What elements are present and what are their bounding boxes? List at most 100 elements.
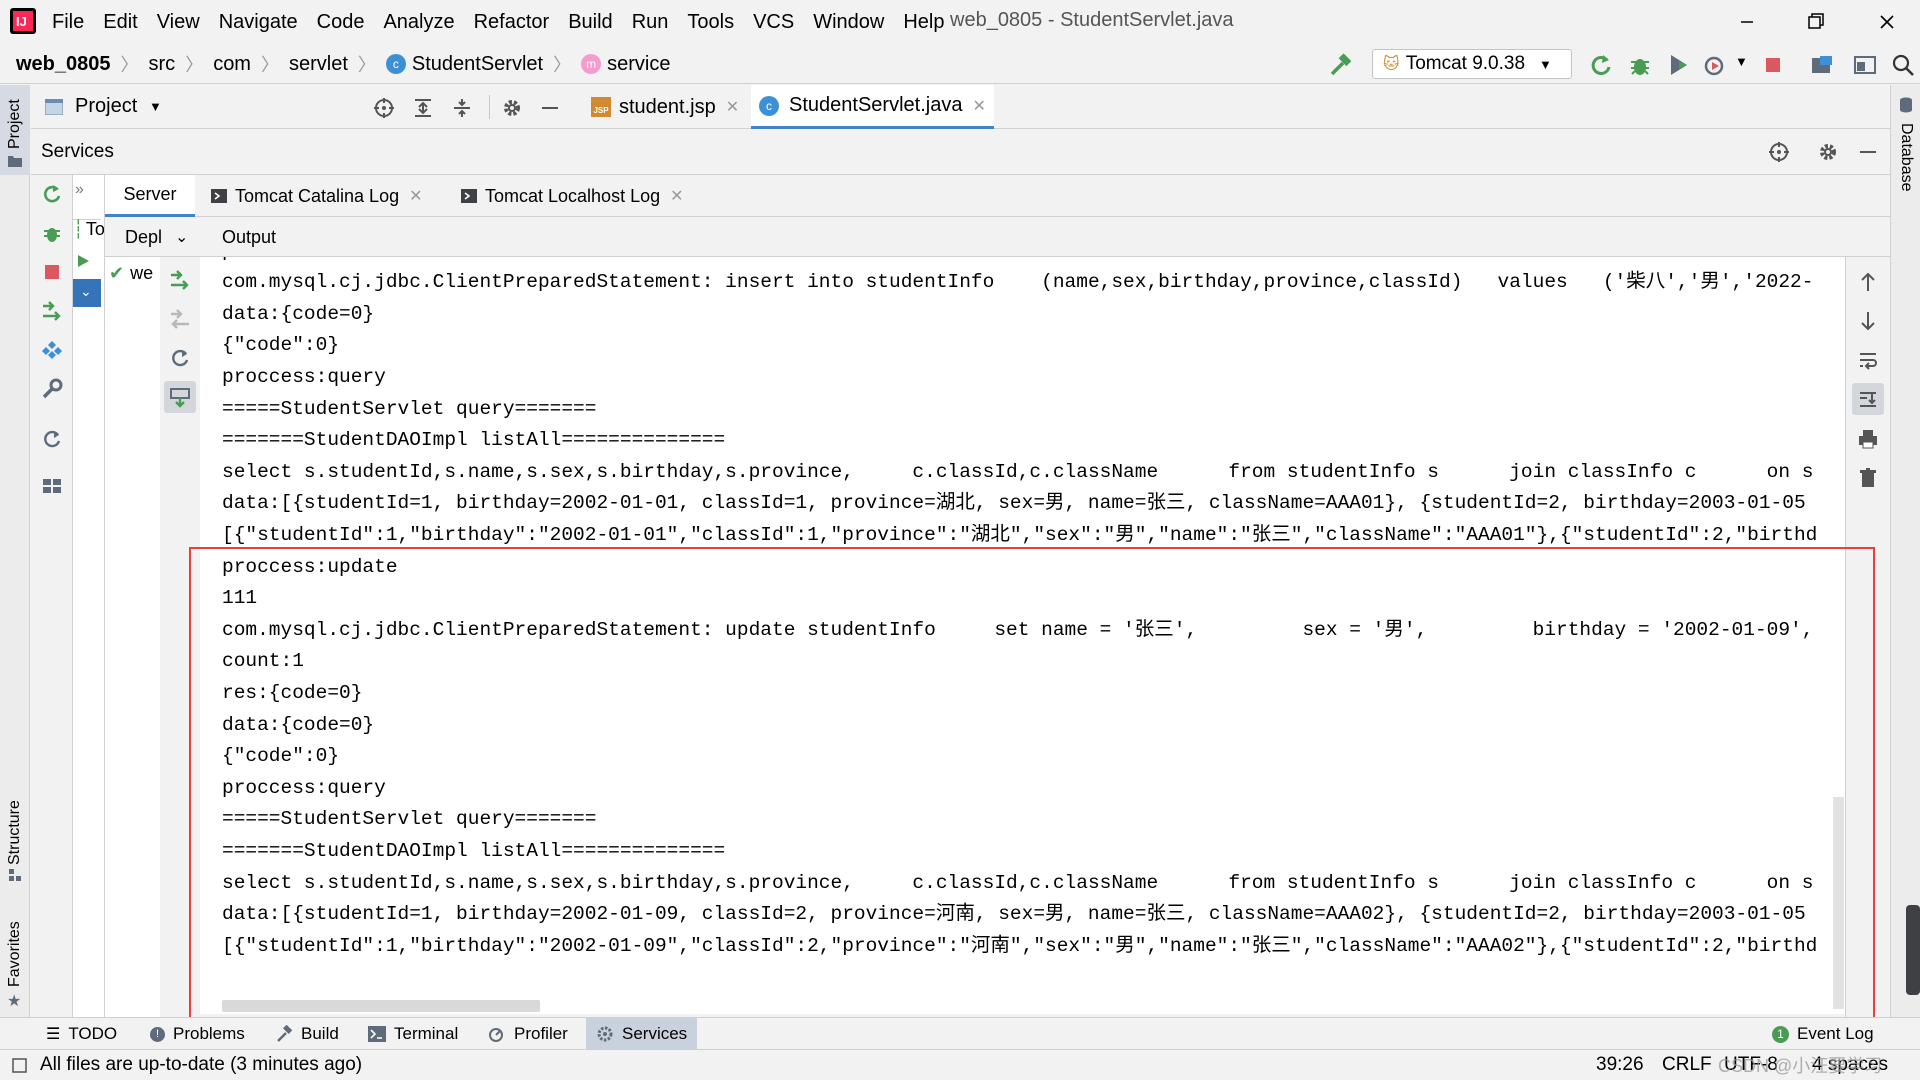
breadcrumb-method[interactable]: m service [581,53,670,76]
close-tab-icon[interactable]: ✕ [726,97,739,117]
rerun-icon[interactable] [41,183,63,205]
expand-more-icon[interactable]: » [75,181,84,199]
tab-label: Problems [173,1024,245,1043]
tab-tomcat-localhost-log[interactable]: Tomcat Localhost Log ✕ [461,175,684,217]
group-icon[interactable] [41,339,63,361]
soft-wrap-icon[interactable] [1857,349,1879,371]
tab-terminal[interactable]: Terminal [368,1018,458,1050]
breadcrumb-class-label: StudentServlet [411,52,544,75]
structure-tool-button[interactable]: Structure [0,775,30,885]
tree-item-tomcat[interactable]: ┆ To [73,219,104,240]
minimize-icon[interactable] [1727,6,1767,38]
locate-icon[interactable] [373,97,395,119]
tab-profiler[interactable]: Profiler [488,1018,568,1050]
event-log-button[interactable]: 1 Event Log [1772,1018,1874,1050]
deploy-icon[interactable] [41,300,63,322]
menu-analyze[interactable]: Analyze [383,11,454,34]
tab-services[interactable]: Services [586,1018,698,1050]
menu-window[interactable]: Window [813,11,884,34]
tab-build[interactable]: Build [275,1018,339,1050]
wrench-icon[interactable] [41,378,63,400]
project-panel-title[interactable]: Project [75,95,137,118]
horizontal-scrollbar-thumb[interactable] [222,1000,540,1012]
run-configuration-select[interactable]: 🐱 Tomcat 9.0.38 ▼ [1372,49,1572,79]
deploy-all-button[interactable] [164,381,196,413]
menu-run[interactable]: Run [632,11,669,34]
breadcrumb-servlet[interactable]: servlet [289,53,348,76]
menu-build[interactable]: Build [568,11,612,34]
menu-tools[interactable]: Tools [687,11,734,34]
scroll-to-end-button[interactable] [1852,383,1884,415]
console-output[interactable]: proccess:add com.mysql.cj.jdbc.ClientPrep… [200,257,1845,1014]
tab-studentservlet-java[interactable]: c StudentServlet.java ✕ [751,85,994,129]
expand-all-icon[interactable] [412,97,434,119]
status-square-icon[interactable] [12,1058,27,1073]
close-window-icon[interactable] [1867,6,1907,38]
chevron-down-icon[interactable]: ▼ [149,99,162,114]
tab-todo[interactable]: ☰ TODO [46,1018,117,1050]
menu-file[interactable]: File [52,11,84,34]
hide-panel-icon[interactable] [1857,141,1879,163]
breadcrumb-src[interactable]: src [149,53,176,76]
stop-icon[interactable] [1760,52,1786,78]
side-scroll-handle[interactable] [1906,905,1920,995]
tab-problems[interactable]: ! Problems [150,1018,245,1050]
menu-navigate[interactable]: Navigate [219,11,298,34]
deploy-icon[interactable] [169,269,191,291]
print-icon[interactable] [1857,428,1879,450]
tab-label: TODO [68,1024,118,1043]
restore-icon[interactable] [1795,6,1835,38]
search-icon[interactable] [1890,52,1916,78]
project-tool-button[interactable]: Project [0,85,30,175]
collapse-all-icon[interactable] [451,97,473,119]
close-tab-icon[interactable]: ✕ [409,186,422,206]
tab-server[interactable]: Server [105,175,195,217]
menu-edit[interactable]: Edit [103,11,137,34]
hide-panel-icon[interactable] [539,97,561,119]
database-tool-button[interactable]: Database [1891,85,1920,205]
locate-icon[interactable] [1768,141,1790,163]
line-separator[interactable]: CRLF [1662,1054,1712,1076]
stop-icon[interactable] [41,261,63,283]
caret-position[interactable]: 39:26 [1596,1054,1644,1076]
menu-help[interactable]: Help [903,11,944,34]
menu-bar: IJ File Edit View Navigate Code Analyze Refact… [0,0,1920,44]
tab-tomcat-catalina-log[interactable]: Tomcat Catalina Log ✕ [211,175,423,217]
menu-view[interactable]: View [157,11,200,34]
close-tab-icon[interactable]: ✕ [670,186,683,206]
update-icon[interactable] [169,347,191,369]
debug-icon[interactable] [1627,52,1653,78]
coverage-icon[interactable] [1665,52,1691,78]
menu-vcs[interactable]: VCS [753,11,794,34]
trash-icon[interactable] [1857,467,1879,489]
arrow-up-icon[interactable] [1857,271,1879,293]
build-hammer-icon[interactable] [1328,52,1354,78]
chevron-down-icon[interactable]: ▼ [1735,54,1748,69]
project-structure-icon[interactable] [1808,52,1834,78]
console-line: proccess:query [222,776,386,799]
menu-code[interactable]: Code [317,11,365,34]
rerun-icon[interactable] [1588,52,1614,78]
debug-icon[interactable] [41,222,63,244]
close-tab-icon[interactable]: ✕ [972,96,985,116]
breadcrumb-com[interactable]: com [213,53,251,76]
gear-icon[interactable] [501,97,523,119]
layout-icon[interactable] [41,475,63,497]
profile-icon[interactable] [1702,52,1728,78]
arrow-down-icon[interactable] [1857,310,1879,332]
tree-item-selected[interactable]: ⌄ [73,279,101,307]
breadcrumb-class[interactable]: c StudentServlet [385,52,544,76]
breadcrumb-project[interactable]: web_0805 [16,53,111,76]
deployment-item[interactable]: ✔ we [109,263,153,284]
gear-icon[interactable] [1817,141,1839,163]
console-line: 111 [222,587,258,610]
window-layout-icon[interactable] [1852,52,1878,78]
refresh-icon[interactable] [41,428,63,450]
watermark: CSDN @小汪要学习 [1718,1056,1883,1076]
favorites-tool-button[interactable]: Favorites ★ [0,895,30,1010]
tab-student-jsp[interactable]: JSP student.jsp ✕ [583,85,747,129]
vertical-scrollbar-thumb[interactable] [1833,797,1844,1009]
undeploy-icon[interactable] [169,308,191,330]
deployment-header[interactable]: Depl ⌄ [105,217,200,257]
menu-refactor[interactable]: Refactor [474,11,550,34]
